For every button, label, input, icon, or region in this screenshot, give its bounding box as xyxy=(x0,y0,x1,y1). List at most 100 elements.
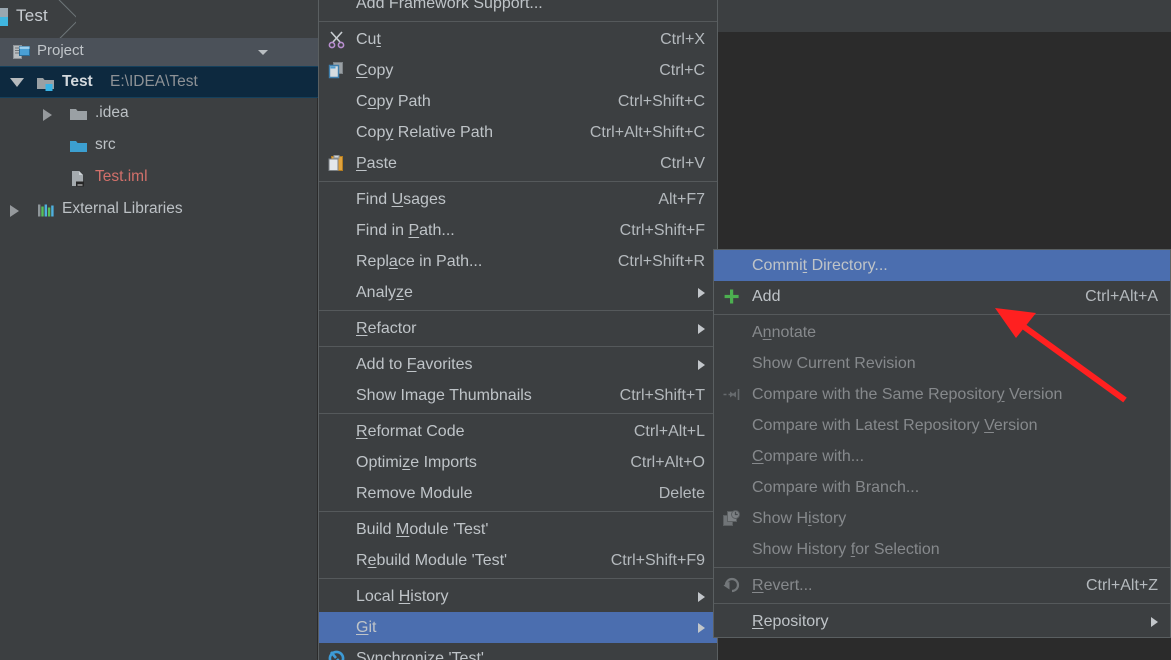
menu-item: Compare with Branch... xyxy=(714,472,1170,503)
menu-item-shortcut: Ctrl+Alt+O xyxy=(630,454,705,471)
menu-separator xyxy=(319,310,717,311)
copy-icon xyxy=(328,62,343,79)
tree-node-label: .idea xyxy=(95,104,129,121)
menu-item: Compare with Latest Repository Version xyxy=(714,410,1170,441)
menu-item-label: Build Module 'Test' xyxy=(356,521,489,538)
menu-item-label: Copy Path xyxy=(356,93,431,110)
menu-item-label: Rebuild Module 'Test' xyxy=(356,552,508,569)
menu-item[interactable]: Reformat Code Ctrl+Alt+L xyxy=(319,416,717,447)
menu-item[interactable]: Commit Directory... xyxy=(714,250,1170,281)
menu-item[interactable]: Find in Path... Ctrl+Shift+F xyxy=(319,215,717,246)
menu-item: Compare with... xyxy=(714,441,1170,472)
menu-item-shortcut: Ctrl+Shift+R xyxy=(617,253,705,270)
menu-item-label: Show History xyxy=(752,510,847,527)
menu-item[interactable]: Git xyxy=(319,612,717,643)
menu-item[interactable]: Rebuild Module 'Test' Ctrl+Shift+F9 xyxy=(319,545,717,576)
menu-separator xyxy=(319,346,717,347)
menu-item[interactable]: Analyze xyxy=(319,277,717,308)
chevron-down-icon[interactable] xyxy=(258,50,268,55)
menu-item[interactable]: Repository xyxy=(714,606,1170,637)
folder-gray-icon xyxy=(70,109,87,120)
breadcrumb-chevron-icon xyxy=(54,0,76,38)
tree-row[interactable]: External Libraries xyxy=(0,194,318,226)
menu-item[interactable]: Show Image Thumbnails Ctrl+Shift+T xyxy=(319,380,717,411)
menu-item-shortcut: Ctrl+X xyxy=(660,31,705,48)
menu-separator xyxy=(319,181,717,182)
menu-item-shortcut: Ctrl+Alt+Z xyxy=(1085,577,1158,594)
tree-row[interactable]: Test.iml xyxy=(0,162,318,194)
menu-item[interactable]: Remove Module Delete xyxy=(319,478,717,509)
menu-item-shortcut: Delete xyxy=(658,485,705,502)
project-view-label: Project xyxy=(37,42,84,59)
tree-node-label: Test.iml xyxy=(95,168,148,185)
menu-item-label: Find Usages xyxy=(356,191,446,208)
tree-twisty-collapsed-icon[interactable] xyxy=(43,109,52,121)
menu-item[interactable]: Find Usages Alt+F7 xyxy=(319,184,717,215)
menu-item-label: Replace in Path... xyxy=(356,253,483,270)
menu-item[interactable]: Cut Ctrl+X xyxy=(319,24,717,55)
menu-item-shortcut: Ctrl+C xyxy=(659,62,705,79)
menu-item-shortcut: Ctrl+Shift+F9 xyxy=(610,552,705,569)
tree-row[interactable]: Test E:\IDEA\Test xyxy=(0,66,318,98)
submenu-arrow-icon xyxy=(698,288,705,298)
menu-item: Compare with the Same Repository Version xyxy=(714,379,1170,410)
menu-item-shortcut: Ctrl+Shift+F xyxy=(619,222,705,239)
menu-item[interactable]: Local History xyxy=(319,581,717,612)
git-submenu[interactable]: Commit Directory... Add Ctrl+Alt+A Annotate… xyxy=(713,249,1171,638)
project-tool-window: Test Project Test E:\IDEA\Test .idea src Tes… xyxy=(0,0,318,660)
project-tree[interactable]: Test E:\IDEA\Test .idea src Test.iml External… xyxy=(0,66,318,226)
menu-item[interactable]: Synchronize 'Test' xyxy=(319,643,717,660)
menu-item-shortcut: Alt+F7 xyxy=(658,191,705,208)
tree-twisty-collapsed-icon[interactable] xyxy=(10,205,19,217)
menu-item[interactable]: Add to Favorites xyxy=(319,349,717,380)
submenu-arrow-icon xyxy=(698,324,705,334)
ide-window: Test Project Test E:\IDEA\Test .idea src Tes… xyxy=(0,0,1171,660)
menu-separator xyxy=(714,314,1170,315)
menu-item-label: Show Image Thumbnails xyxy=(356,387,532,404)
cut-icon xyxy=(328,31,345,49)
breadcrumb: Test xyxy=(0,0,318,38)
compare-same-icon xyxy=(723,389,740,400)
context-menu[interactable]: Add Framework Support... Cut Ctrl+X Copy Ctr… xyxy=(318,0,718,660)
submenu-arrow-icon xyxy=(1151,617,1158,627)
menu-item[interactable]: Refactor xyxy=(319,313,717,344)
menu-item-label: Local History xyxy=(356,588,449,605)
menu-item-label: Synchronize 'Test' xyxy=(356,650,484,660)
menu-item[interactable]: Replace in Path... Ctrl+Shift+R xyxy=(319,246,717,277)
menu-item-label: Compare with Latest Repository Version xyxy=(752,417,1038,434)
tree-node-path: E:\IDEA\Test xyxy=(110,73,198,90)
menu-item-label: Show Current Revision xyxy=(752,355,916,372)
menu-item-label: Remove Module xyxy=(356,485,473,502)
menu-item-label: Optimize Imports xyxy=(356,454,477,471)
menu-item-label: Paste xyxy=(356,155,397,172)
menu-item[interactable]: Build Module 'Test' xyxy=(319,514,717,545)
menu-item[interactable]: Add Ctrl+Alt+A xyxy=(714,281,1170,312)
breadcrumb-project-name[interactable]: Test xyxy=(16,6,48,26)
menu-item-label: Annotate xyxy=(752,324,817,341)
menu-item-label: Copy Relative Path xyxy=(356,124,493,141)
tree-twisty-expanded-icon[interactable] xyxy=(10,78,24,87)
menu-item[interactable]: Copy Path Ctrl+Shift+C xyxy=(319,86,717,117)
menu-item[interactable]: Paste Ctrl+V xyxy=(319,148,717,179)
menu-item-label: Show History for Selection xyxy=(752,541,940,558)
project-view-header[interactable]: Project xyxy=(0,38,318,66)
menu-item-shortcut: Ctrl+Shift+C xyxy=(617,93,705,110)
menu-item-label: Compare with Branch... xyxy=(752,479,920,496)
menu-item-shortcut: Ctrl+Alt+Shift+C xyxy=(589,124,705,141)
menu-item[interactable]: Add Framework Support... xyxy=(319,0,717,19)
tree-row[interactable]: src xyxy=(0,130,318,162)
tree-row[interactable]: .idea xyxy=(0,98,318,130)
menu-separator xyxy=(714,567,1170,568)
menu-item[interactable]: Copy Ctrl+C xyxy=(319,55,717,86)
project-view-icon xyxy=(13,45,30,59)
menu-separator xyxy=(319,578,717,579)
menu-item-label: Refactor xyxy=(356,320,417,337)
menu-item[interactable]: Optimize Imports Ctrl+Alt+O xyxy=(319,447,717,478)
menu-item-label: Find in Path... xyxy=(356,222,455,239)
menu-item-label: Copy xyxy=(356,62,394,79)
menu-item-label: Compare with... xyxy=(752,448,865,465)
show-history-icon xyxy=(723,510,740,526)
menu-item[interactable]: Copy Relative Path Ctrl+Alt+Shift+C xyxy=(319,117,717,148)
menu-item-label: Analyze xyxy=(356,284,413,301)
menu-item: Show Current Revision xyxy=(714,348,1170,379)
